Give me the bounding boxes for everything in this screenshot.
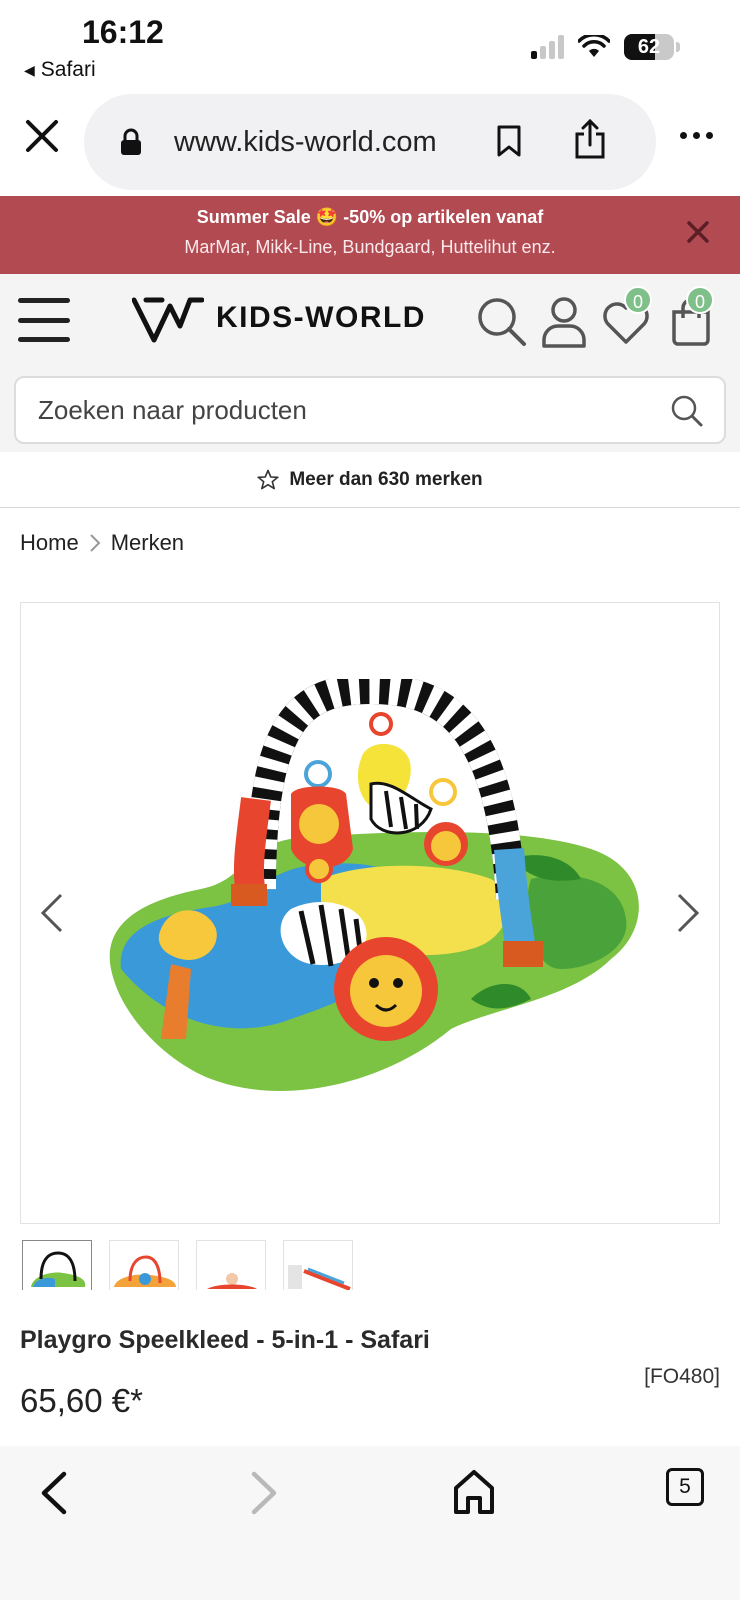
breadcrumb-home[interactable]: Home: [20, 530, 79, 556]
url-text: www.kids-world.com: [174, 126, 437, 158]
home-icon[interactable]: [452, 1466, 496, 1516]
url-field[interactable]: www.kids-world.com: [84, 94, 656, 190]
product-title: Playgro Speelkleed - 5-in-1 - Safari: [20, 1326, 430, 1354]
back-triangle-icon: ◀: [24, 61, 35, 78]
search-area: [0, 370, 740, 452]
cellular-signal-icon: [531, 35, 564, 59]
share-icon[interactable]: [574, 118, 606, 160]
thumbnail-image: [31, 1251, 86, 1287]
thumbnail-strip: [22, 1240, 353, 1290]
usp-text: Meer dan 630 merken: [289, 468, 483, 490]
wishlist-count-badge: 0: [624, 286, 652, 314]
chevron-right-icon[interactable]: [673, 891, 703, 935]
wifi-icon: [578, 35, 610, 57]
status-bar: 16:12 ◀ Safari 62: [0, 0, 740, 88]
usp-bar: Meer dan 630 merken: [0, 452, 740, 508]
product-sku: [FO480]: [644, 1365, 720, 1388]
close-icon[interactable]: [22, 116, 62, 156]
chevron-right-icon: [89, 534, 101, 552]
account-icon[interactable]: [540, 294, 596, 350]
more-icon[interactable]: [680, 132, 713, 139]
battery-tip: [676, 42, 680, 52]
logo-text: KIDS-WORLD: [216, 301, 426, 334]
promo-banner: Summer Sale 🤩 -50% op artikelen vanaf Ma…: [0, 196, 740, 274]
cart-count-badge: 0: [686, 286, 714, 314]
menu-icon[interactable]: [18, 298, 70, 342]
bookmark-icon[interactable]: [496, 124, 522, 158]
chevron-left-icon[interactable]: [36, 1470, 72, 1516]
thumbnail-3[interactable]: [196, 1240, 266, 1290]
lock-icon: [121, 128, 141, 155]
product-image: [109, 679, 639, 1091]
battery-percent: 62: [637, 36, 661, 58]
safari-toolbar: 5: [0, 1446, 740, 1600]
search-box: [14, 376, 726, 444]
chevron-left-icon[interactable]: [37, 891, 67, 935]
close-icon[interactable]: [684, 218, 712, 246]
back-to-app-link[interactable]: ◀ Safari: [24, 58, 96, 82]
wishlist-button[interactable]: 0: [600, 286, 656, 350]
promo-brands: MarMar, Mikk-Line, Bundgaard, Huttelihut…: [184, 237, 556, 257]
product-price: 65,60 €*: [20, 1382, 143, 1419]
breadcrumb: Home Merken: [20, 530, 184, 556]
thumbnail-1[interactable]: [22, 1240, 92, 1290]
status-time: 16:12: [82, 14, 164, 50]
thumbnail-image: [114, 1255, 176, 1287]
back-app-label: Safari: [40, 58, 96, 81]
logo-mark-icon: [132, 297, 204, 343]
site-header: KIDS-WORLD 0 0: [0, 274, 740, 370]
search-icon[interactable]: [670, 394, 704, 428]
cart-button[interactable]: 0: [668, 286, 724, 350]
thumbnail-image: [288, 1265, 351, 1290]
product-gallery: [20, 602, 720, 1224]
thumbnail-image: [207, 1273, 257, 1289]
promo-title: Summer Sale 🤩 -50% op artikelen vanaf: [196, 207, 544, 227]
search-input[interactable]: [38, 378, 638, 442]
safari-address-bar: www.kids-world.com: [0, 88, 740, 196]
breadcrumb-merken[interactable]: Merken: [111, 530, 184, 556]
tabs-icon[interactable]: 5: [666, 1468, 704, 1506]
thumbnail-4[interactable]: [283, 1240, 353, 1290]
star-icon: [257, 469, 279, 489]
site-logo[interactable]: KIDS-WORLD: [132, 292, 426, 344]
status-icons: 62: [531, 34, 680, 60]
thumbnail-2[interactable]: [109, 1240, 179, 1290]
search-icon[interactable]: [474, 294, 530, 350]
battery-icon: 62: [624, 34, 674, 60]
chevron-right-icon[interactable]: [246, 1470, 282, 1516]
